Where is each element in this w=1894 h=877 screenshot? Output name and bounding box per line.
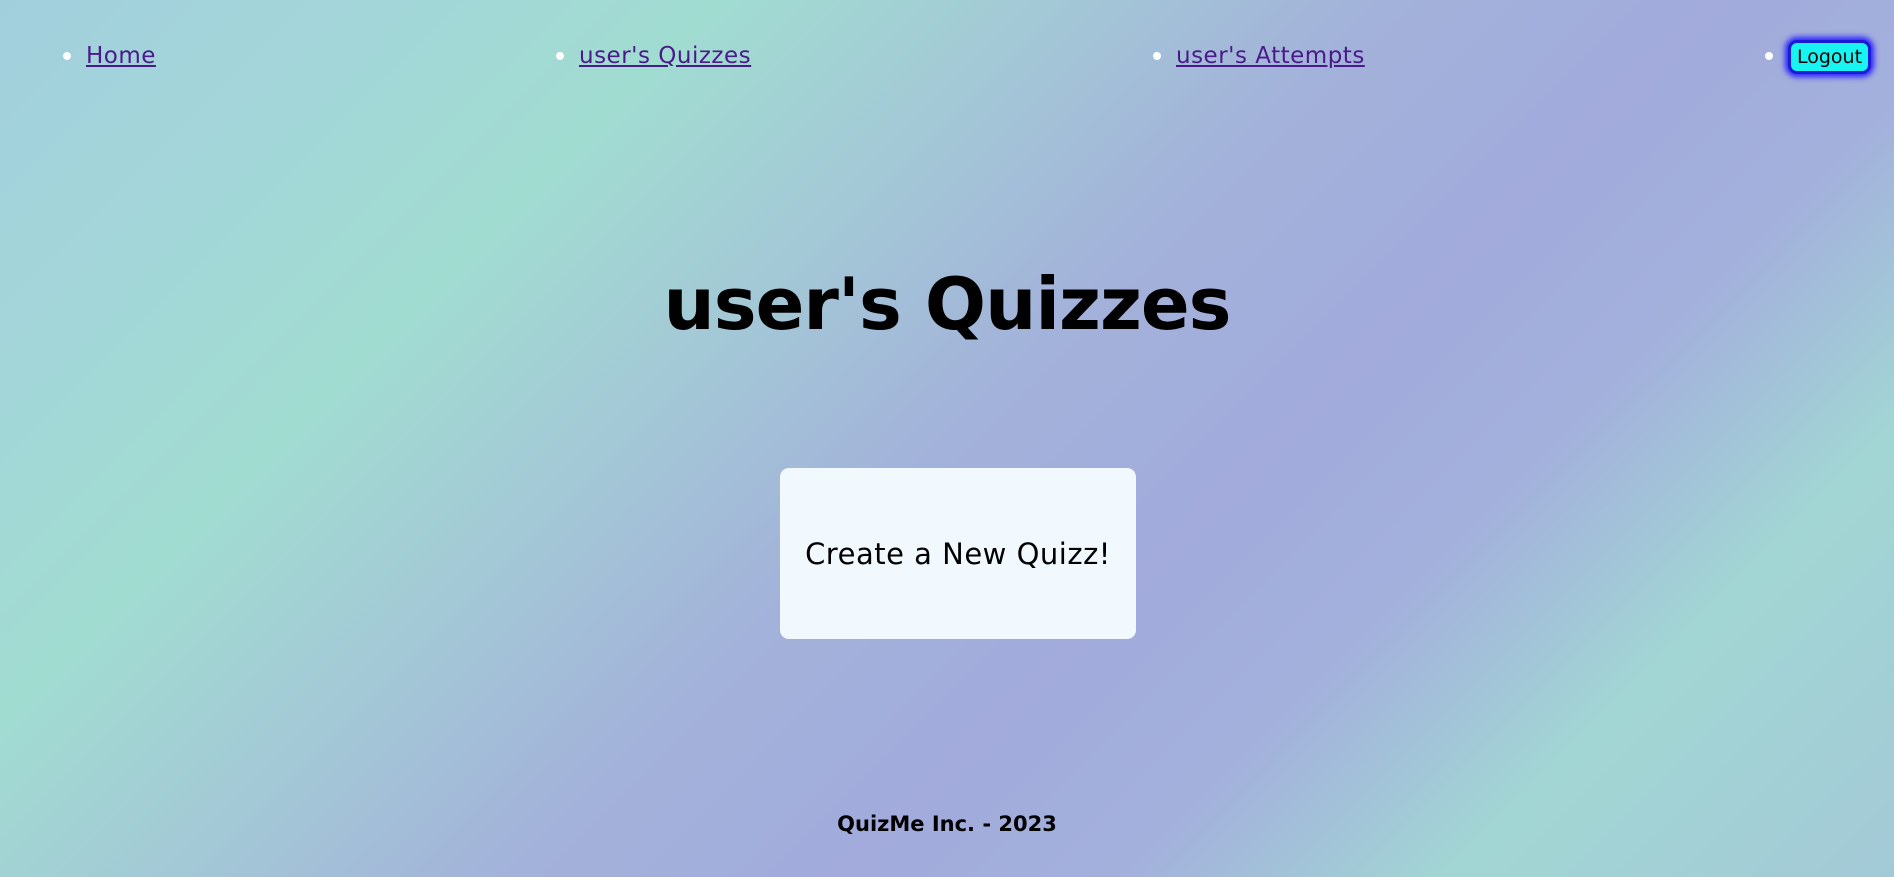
logout-button[interactable]: Logout <box>1788 40 1872 74</box>
nav-item-quizzes: user's Quizzes <box>556 43 751 80</box>
create-quiz-label: Create a New Quizz! <box>805 536 1111 571</box>
create-quiz-button[interactable]: Create a New Quizz! <box>780 468 1136 639</box>
bullet-icon <box>556 52 564 60</box>
bullet-icon <box>63 52 71 60</box>
user-quizzes-link[interactable]: user's Quizzes <box>579 43 751 69</box>
top-nav: Home user's Quizzes user's Attempts Logo… <box>0 0 1894 120</box>
nav-item-logout: Logout <box>1765 40 1872 80</box>
bullet-icon <box>1765 52 1773 60</box>
home-link[interactable]: Home <box>86 43 156 69</box>
nav-item-attempts: user's Attempts <box>1153 43 1365 80</box>
bullet-icon <box>1153 52 1161 60</box>
footer-text: QuizMe Inc. - 2023 <box>837 812 1057 836</box>
nav-item-home: Home <box>63 43 156 80</box>
user-attempts-link[interactable]: user's Attempts <box>1176 43 1365 69</box>
page-title: user's Quizzes <box>663 262 1231 346</box>
